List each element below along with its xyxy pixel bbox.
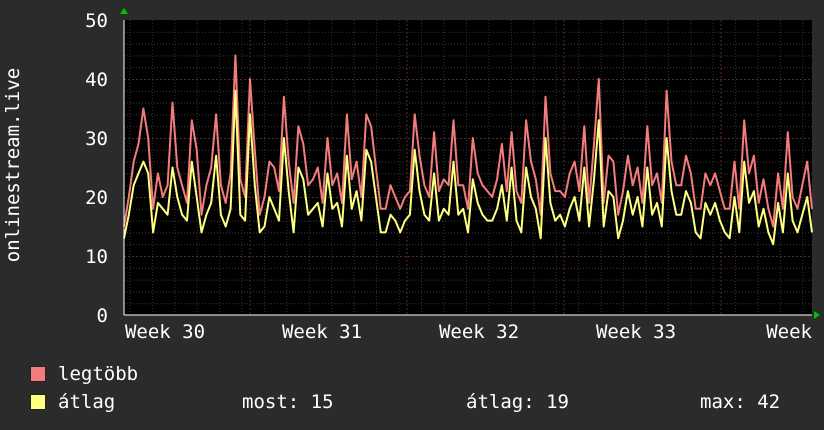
x-axis-ticks: Week 30 Week 31 Week 32 Week 33 Week <box>125 321 813 343</box>
x-tick-label: Week <box>766 321 812 343</box>
stat-most: most: 15 <box>242 391 334 413</box>
x-tick-label: Week 30 <box>125 321 205 343</box>
plot-area <box>124 20 812 315</box>
y-axis-label: onlinestream.live <box>2 68 24 262</box>
x-axis-arrow-icon <box>814 311 820 319</box>
stat-average: átlag: 19 <box>466 391 569 413</box>
y-tick-label: 40 <box>85 69 108 91</box>
y-tick-label: 10 <box>85 246 108 268</box>
x-tick-label: Week 32 <box>439 321 519 343</box>
y-tick-label: 20 <box>85 187 108 209</box>
y-tick-label: 30 <box>85 128 108 150</box>
x-tick-label: Week 31 <box>282 321 362 343</box>
legend-swatch-avg <box>30 394 46 410</box>
y-axis-ticks: 0 10 20 30 40 50 <box>85 10 108 327</box>
y-axis-arrow-icon <box>120 8 128 14</box>
legend-item-avg: átlag <box>30 391 115 413</box>
stat-max: max: 42 <box>700 391 781 413</box>
legend-label-max: legtöbb <box>58 363 139 385</box>
legend-swatch-max <box>30 366 46 382</box>
legend-item-max: legtöbb <box>30 363 138 385</box>
y-tick-label: 0 <box>97 305 108 327</box>
y-tick-label: 50 <box>85 10 108 32</box>
x-tick-label: Week 33 <box>596 321 676 343</box>
legend-label-avg: átlag <box>58 391 116 413</box>
